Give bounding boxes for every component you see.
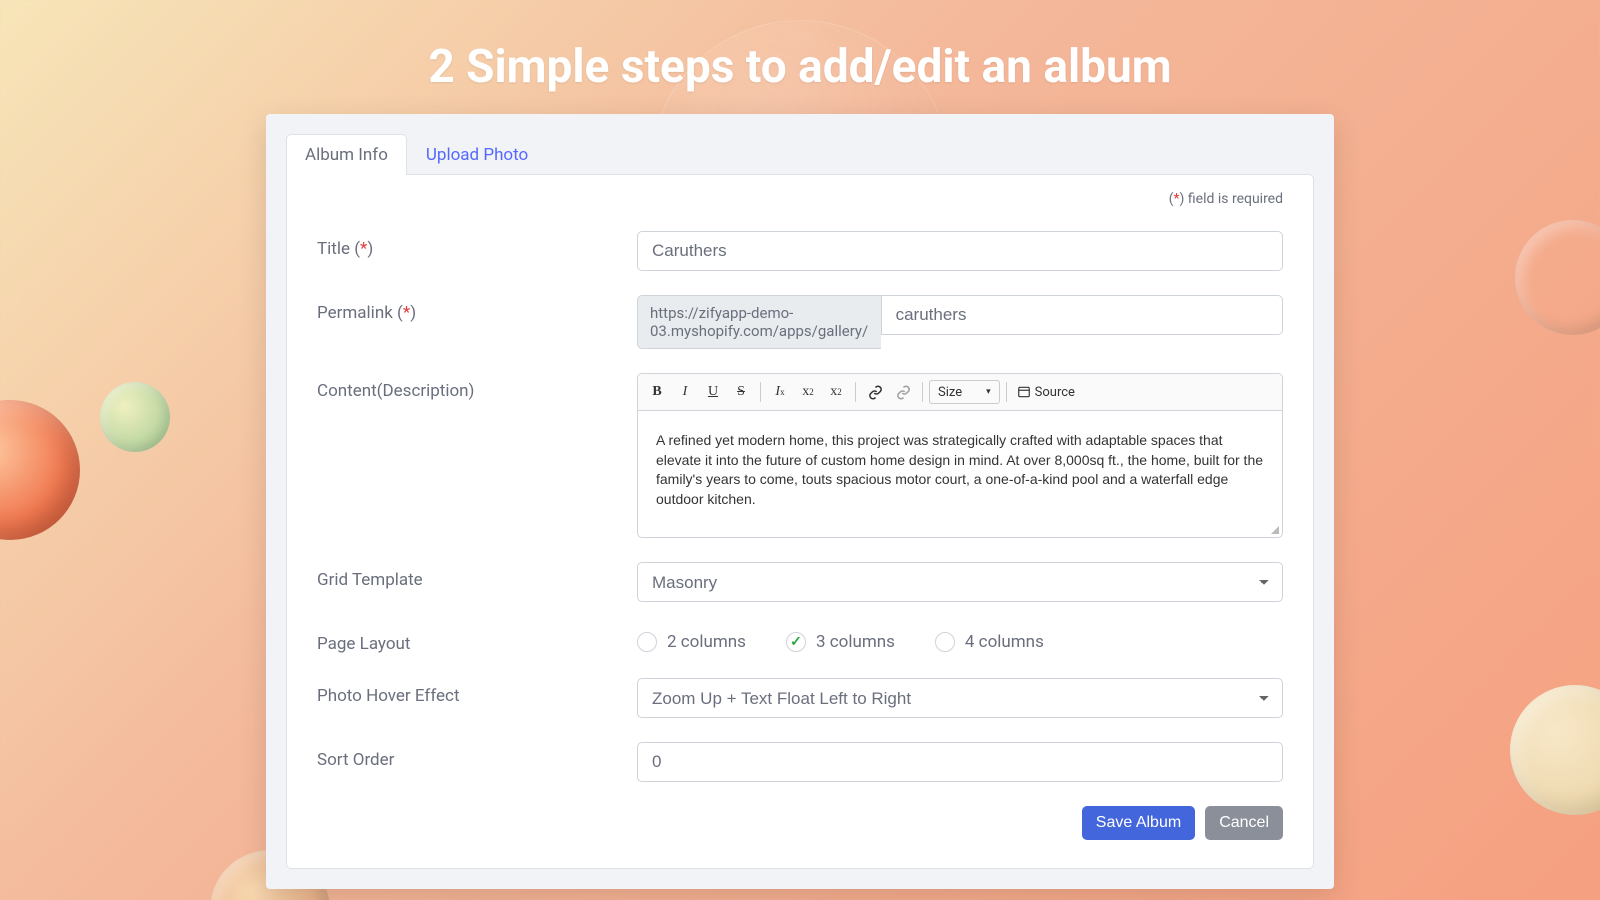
separator — [760, 382, 761, 402]
label-page-layout: Page Layout — [317, 626, 637, 654]
radio-2-columns[interactable]: 2 columns — [637, 632, 746, 652]
source-button[interactable]: Source — [1013, 385, 1079, 400]
italic-icon[interactable]: I — [672, 378, 698, 406]
rich-text-editor: B I U S Ix x2 x2 — [637, 373, 1283, 538]
radio-4-columns[interactable]: 4 columns — [935, 632, 1044, 652]
save-album-button[interactable]: Save Album — [1082, 806, 1195, 840]
radio-icon — [637, 632, 657, 652]
resize-handle-icon[interactable] — [638, 521, 1282, 537]
tab-upload-photo[interactable]: Upload Photo — [407, 134, 547, 175]
tab-album-info[interactable]: Album Info — [286, 134, 407, 175]
radio-checked-icon — [786, 632, 806, 652]
decorative-bubble — [100, 382, 170, 452]
label-grid-template: Grid Template — [317, 562, 637, 590]
remove-format-icon[interactable]: Ix — [767, 378, 793, 406]
editor-toolbar: B I U S Ix x2 x2 — [638, 374, 1282, 411]
separator — [922, 382, 923, 402]
page-title: 2 Simple steps to add/edit an album — [0, 0, 1600, 94]
superscript-icon[interactable]: x2 — [823, 378, 849, 406]
link-icon[interactable] — [862, 378, 888, 406]
title-input[interactable] — [637, 231, 1283, 271]
strike-icon[interactable]: S — [728, 378, 754, 406]
separator — [855, 382, 856, 402]
decorative-bubble — [0, 400, 80, 540]
label-title: Title (*) — [317, 231, 637, 259]
label-hover-effect: Photo Hover Effect — [317, 678, 637, 706]
tab-content: (*) field is required Title (*) Permalin… — [286, 174, 1314, 869]
form-panel: Album Info Upload Photo (*) field is req… — [266, 114, 1334, 889]
radio-label: 4 columns — [965, 632, 1044, 652]
bold-icon[interactable]: B — [644, 378, 670, 406]
hover-effect-select[interactable]: Zoom Up + Text Float Left to Right — [637, 678, 1283, 718]
tab-bar: Album Info Upload Photo — [286, 134, 1314, 175]
sort-order-input[interactable] — [637, 742, 1283, 782]
decorative-bubble — [1515, 220, 1600, 335]
grid-template-select[interactable]: Masonry — [637, 562, 1283, 602]
editor-textarea[interactable]: A refined yet modern home, this project … — [638, 411, 1282, 521]
permalink-input[interactable] — [881, 295, 1283, 335]
radio-3-columns[interactable]: 3 columns — [786, 632, 895, 652]
label-permalink: Permalink (*) — [317, 295, 637, 323]
radio-label: 2 columns — [667, 632, 746, 652]
radio-icon — [935, 632, 955, 652]
decorative-bubble — [1510, 685, 1600, 815]
unlink-icon[interactable] — [890, 378, 916, 406]
cancel-button[interactable]: Cancel — [1205, 806, 1283, 840]
label-content: Content(Description) — [317, 373, 637, 401]
label-sort-order: Sort Order — [317, 742, 637, 770]
subscript-icon[interactable]: x2 — [795, 378, 821, 406]
underline-icon[interactable]: U — [700, 378, 726, 406]
permalink-prefix: https://zifyapp-demo-03.myshopify.com/ap… — [637, 295, 881, 349]
required-note: (*) field is required — [317, 191, 1283, 207]
font-size-dropdown[interactable]: Size▾ — [929, 380, 1000, 404]
radio-label: 3 columns — [816, 632, 895, 652]
separator — [1006, 382, 1007, 402]
